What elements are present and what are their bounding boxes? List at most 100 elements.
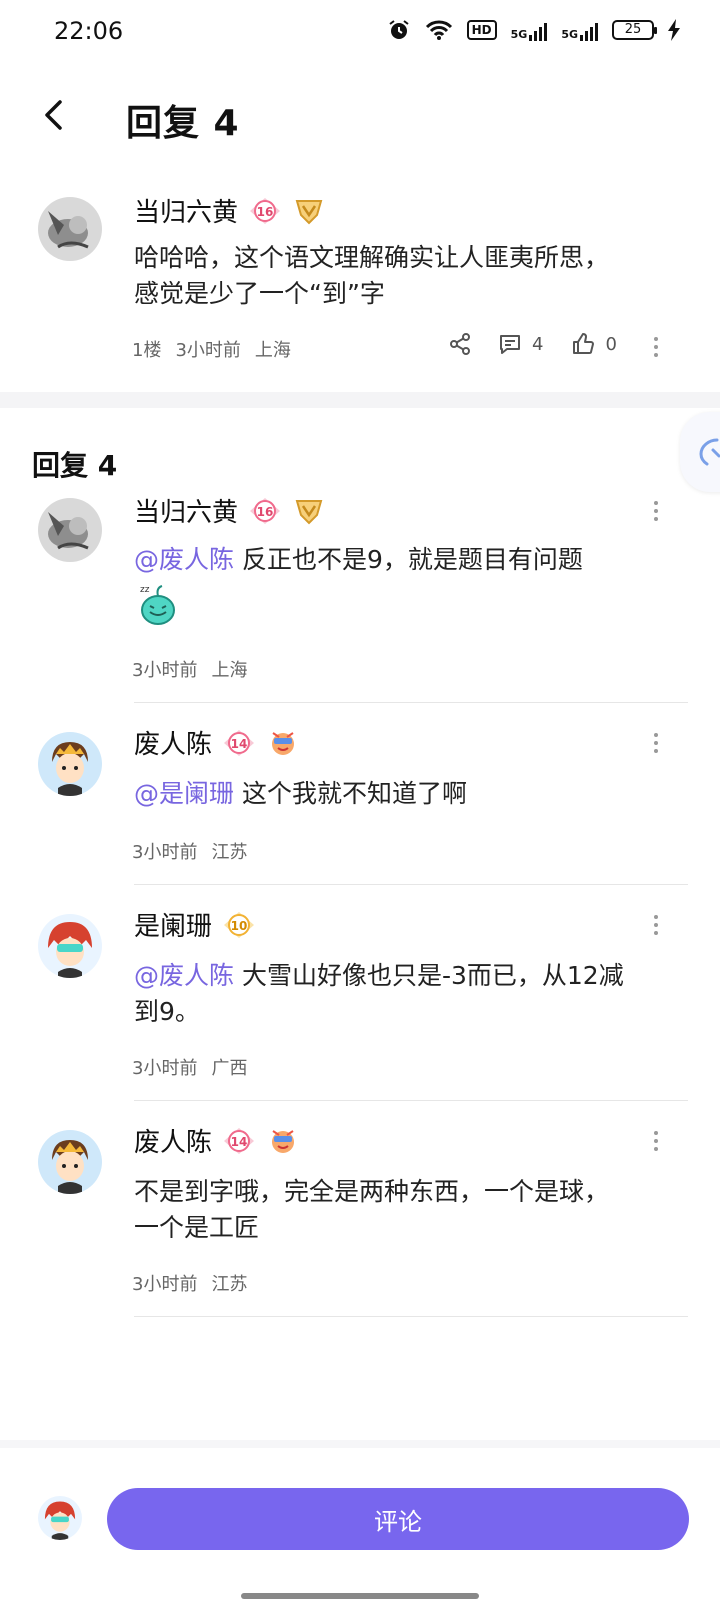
reply-text: 不是到字哦，完全是两种东西，一个是球， 一个是工匠 [134, 1177, 610, 1242]
mention-link[interactable]: @是阑珊 [134, 779, 234, 808]
level-badge: 14 [222, 729, 256, 757]
like-count: 0 [605, 333, 617, 355]
reply-time: 3小时前 [132, 660, 198, 681]
avatar[interactable] [38, 732, 102, 796]
reply-time: 3小时前 [132, 1058, 198, 1079]
header: 回复 4 [0, 66, 720, 166]
name-row: 当归六黄 16 [134, 192, 326, 229]
home-indicator[interactable] [241, 1593, 479, 1599]
reply-item: 废人陈 14 @是阑珊 这个我就不知道了啊 3小时前 江苏 [0, 722, 720, 884]
reply-text: @废人陈 反正也不是9，就是题目有问题 [134, 545, 583, 574]
level-number: 16 [257, 505, 274, 519]
status-time: 22:06 [54, 17, 124, 45]
reply-meta: 3小时前 广西 [132, 1054, 247, 1080]
level-number: 16 [257, 205, 274, 219]
level-badge: 14 [222, 1127, 256, 1155]
more-options-icon[interactable] [646, 332, 666, 362]
comment-icon [500, 335, 520, 354]
floating-widget[interactable] [680, 412, 720, 492]
avatar[interactable] [38, 1130, 102, 1194]
user-name[interactable]: 当归六黄 [134, 192, 238, 229]
mention-link[interactable]: @废人陈 [134, 961, 234, 990]
avatar[interactable] [38, 914, 102, 978]
chat-bubble-icon [699, 438, 720, 466]
reply-location: 江苏 [211, 842, 248, 863]
main-comment: 当归六黄 16 哈哈哈，这个语文理解确实让人匪夷所思， 感觉是少了一个“到”字 … [0, 172, 720, 392]
avatar[interactable] [38, 498, 102, 562]
avatar[interactable] [38, 197, 102, 261]
reply-meta: 3小时前 江苏 [132, 1270, 247, 1296]
user-name[interactable]: 当归六黄 [134, 492, 238, 529]
comment-actions: 4 0 [448, 332, 617, 356]
status-icons: HD 5G 5G 25 [387, 18, 680, 42]
reply-item: 当归六黄 16 @废人陈 反正也不是9，就是题目有问题 zz 3小时前 上海 [0, 490, 720, 702]
status-bar: 22:06 HD 5G 5G 25 [0, 0, 720, 66]
level-number: 14 [231, 737, 248, 751]
my-avatar[interactable] [38, 1496, 82, 1540]
comment-meta: 1楼 3小时前 上海 [132, 336, 291, 362]
share-button[interactable] [448, 332, 472, 356]
floor-number: 1楼 [132, 340, 162, 361]
section-divider [0, 392, 720, 408]
emoji-sticker: zz [136, 582, 180, 626]
level-number: 10 [231, 919, 248, 933]
hd-icon: HD [466, 20, 497, 40]
level-badge: 16 [248, 197, 282, 225]
back-arrow-icon [45, 100, 62, 130]
reply-item: 是阑珊 10 @废人陈 大雪山好像也只是-3而已，从12减 到9。 3小时前 广… [0, 904, 720, 1100]
divider [134, 1100, 688, 1101]
bottom-bar: 评论 [0, 1448, 720, 1612]
reply-time: 3小时前 [132, 842, 198, 863]
more-options-icon[interactable] [646, 496, 666, 526]
charging-icon [668, 19, 680, 41]
wifi-icon [425, 19, 453, 41]
character-badge-icon [266, 1127, 300, 1155]
svg-text:zz: zz [140, 585, 150, 595]
reply-count: 4 [532, 333, 544, 355]
name-row: 是阑珊 10 [134, 906, 256, 943]
mention-link[interactable]: @废人陈 [134, 545, 234, 574]
character-badge-icon [266, 729, 300, 757]
alarm-icon [387, 18, 411, 42]
reply-item: 废人陈 14 不是到字哦，完全是两种东西，一个是球， 一个是工匠 3小时前 江苏 [0, 1120, 720, 1316]
divider [134, 884, 688, 885]
comment-location: 上海 [254, 340, 291, 361]
more-options-icon[interactable] [646, 910, 666, 940]
reply-location: 上海 [211, 660, 248, 681]
page-title: 回复 4 [126, 103, 240, 144]
reply-text: @废人陈 大雪山好像也只是-3而已，从12减 到9。 [134, 961, 624, 1026]
like-button[interactable]: 0 [571, 332, 617, 356]
user-name[interactable]: 是阑珊 [134, 906, 212, 943]
name-row: 废人陈 14 [134, 724, 300, 761]
level-badge: 10 [222, 911, 256, 939]
name-row: 当归六黄 16 [134, 492, 326, 529]
battery-icon: 25 [612, 20, 657, 40]
divider [134, 702, 688, 703]
comment-text: 哈哈哈，这个语文理解确实让人匪夷所思， 感觉是少了一个“到”字 [134, 243, 610, 308]
reply-location: 广西 [211, 1058, 248, 1079]
more-options-icon[interactable] [646, 1126, 666, 1156]
replies-section-title: 回复 4 [32, 449, 118, 482]
back-button[interactable] [34, 90, 74, 140]
medal-icon [292, 197, 326, 225]
reply-text: @是阑珊 这个我就不知道了啊 [134, 779, 467, 808]
level-number: 14 [231, 1135, 248, 1149]
divider [134, 1316, 688, 1317]
medal-icon [292, 497, 326, 525]
share-icon [450, 333, 470, 355]
signal-5g-icon-2: 5G [561, 19, 598, 41]
reply-count-button[interactable]: 4 [498, 332, 543, 356]
comment-time: 3小时前 [175, 340, 241, 361]
reply-location: 江苏 [211, 1274, 248, 1295]
bottom-divider [0, 1440, 720, 1448]
level-badge: 16 [248, 497, 282, 525]
user-name[interactable]: 废人陈 [134, 1122, 212, 1159]
signal-5g-icon: 5G [511, 19, 548, 41]
reply-time: 3小时前 [132, 1274, 198, 1295]
more-options-icon[interactable] [646, 728, 666, 758]
reply-meta: 3小时前 上海 [132, 656, 247, 682]
comment-button[interactable]: 评论 [107, 1488, 689, 1550]
thumbs-up-icon [573, 333, 595, 354]
user-name[interactable]: 废人陈 [134, 724, 212, 761]
name-row: 废人陈 14 [134, 1122, 300, 1159]
